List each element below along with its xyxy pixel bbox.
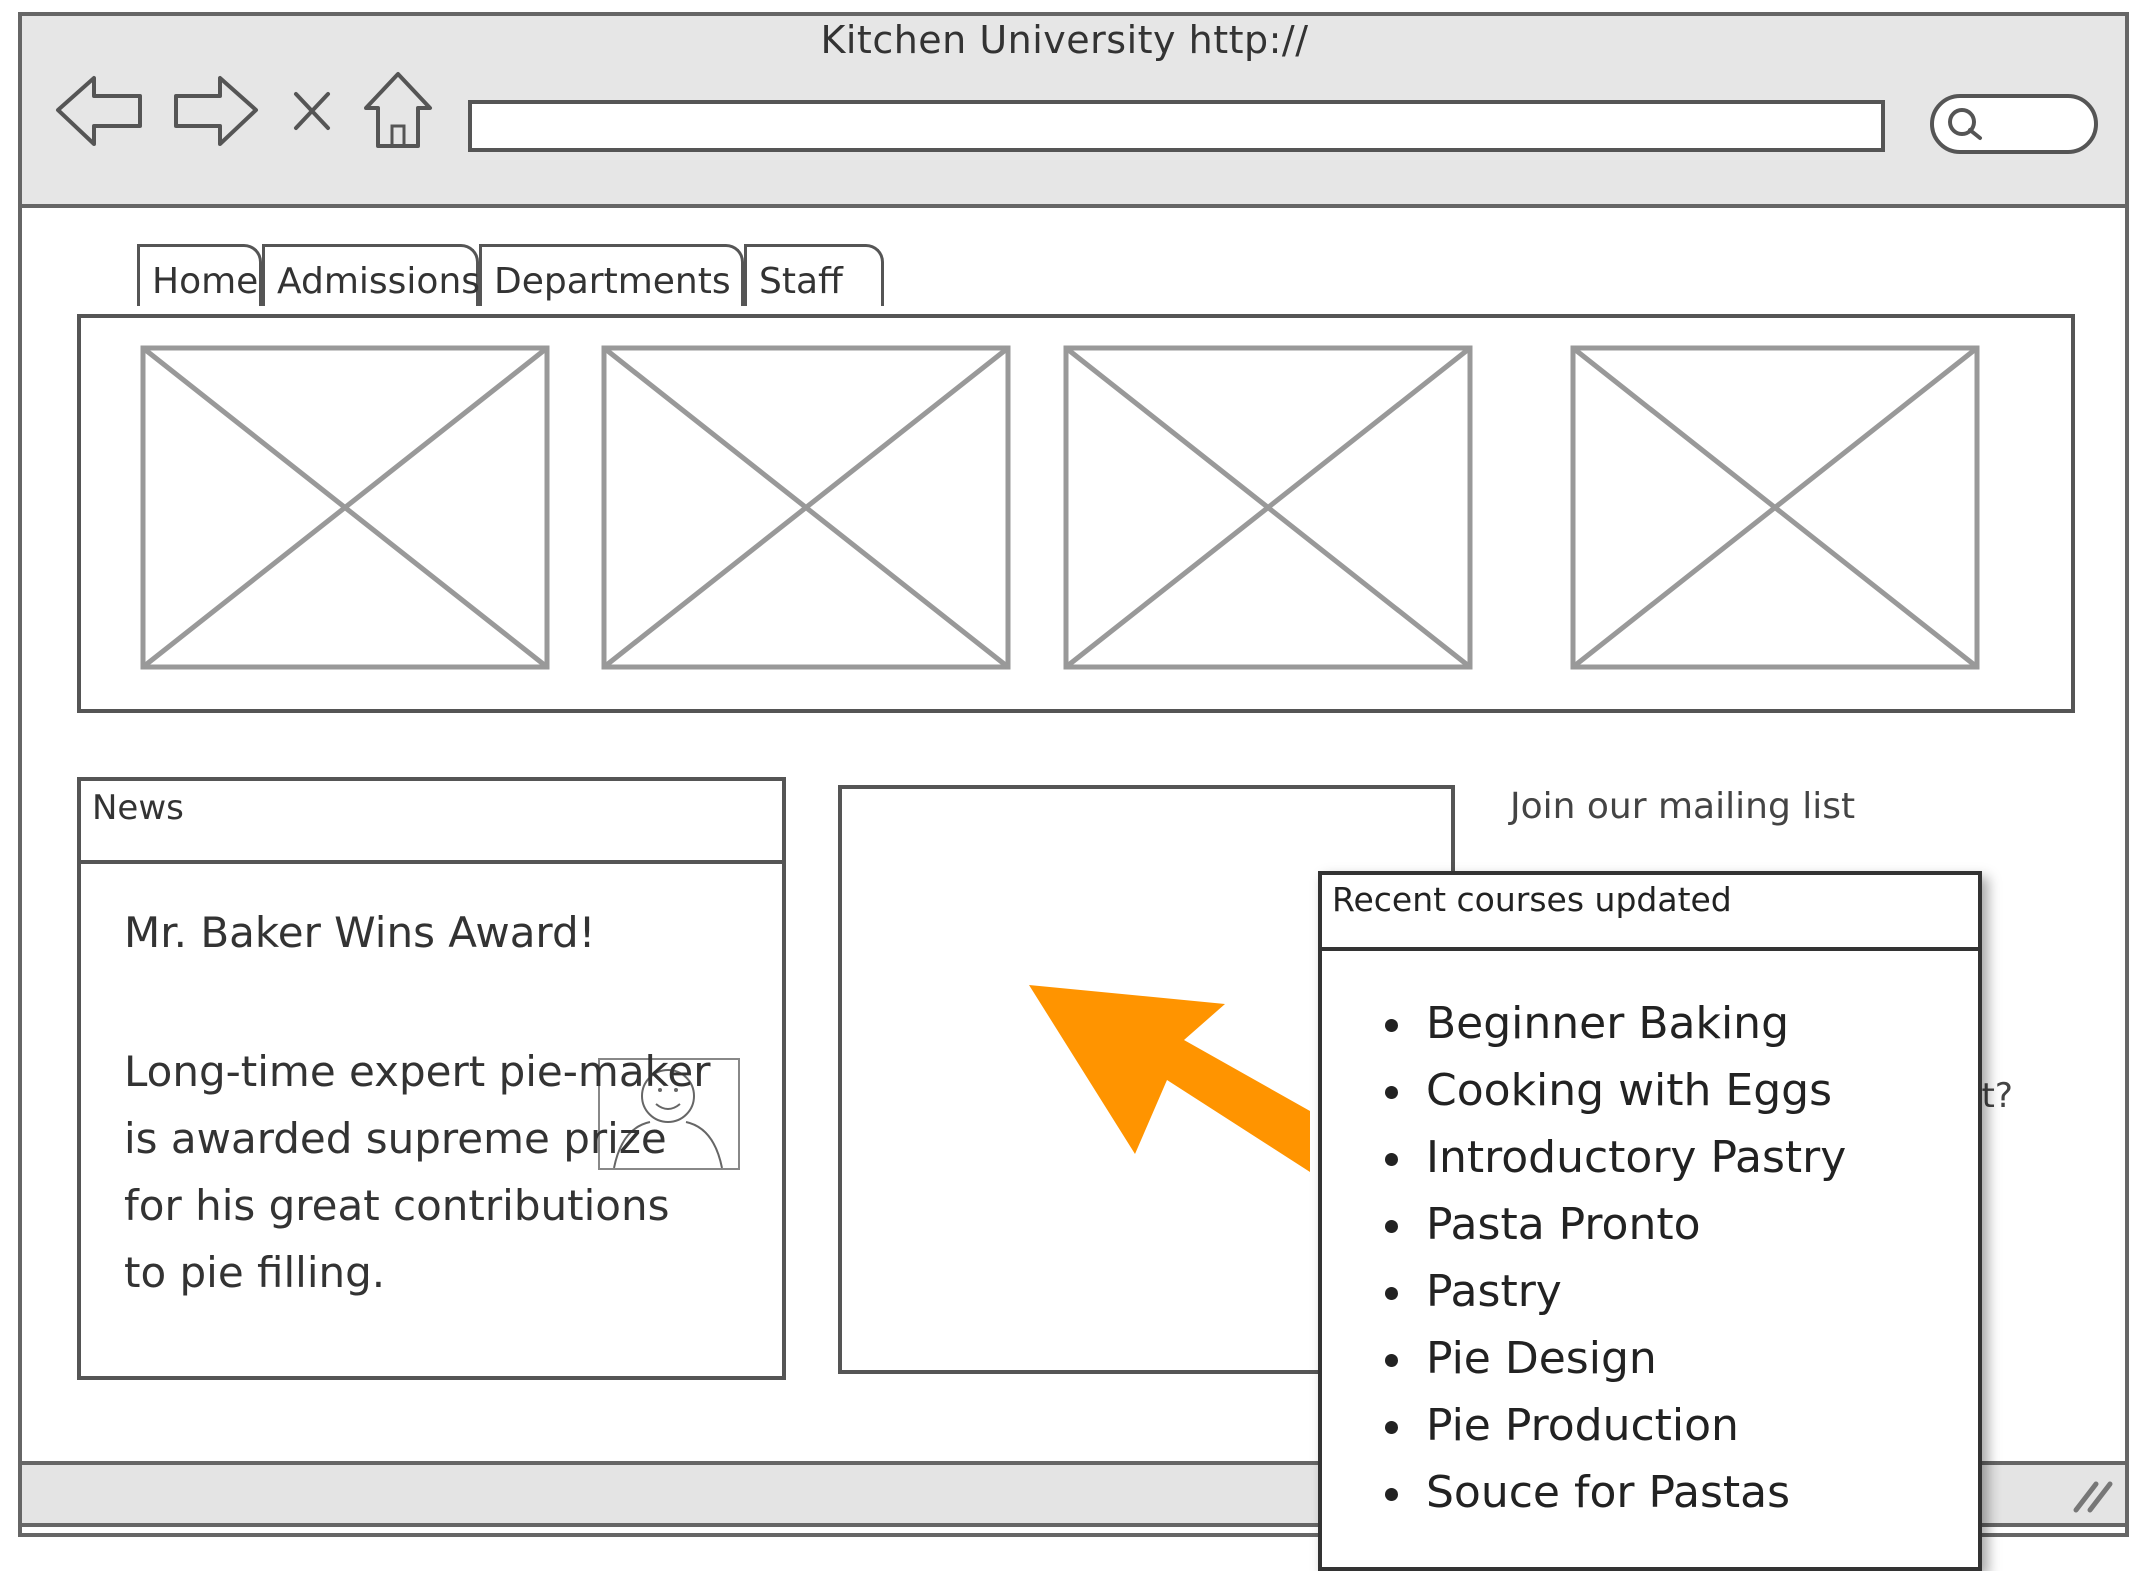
back-arrow-icon [56, 76, 142, 146]
list-item[interactable]: Pie Production [1418, 1392, 1846, 1459]
tab-admissions[interactable]: Admissions [262, 244, 480, 306]
list-item[interactable]: Introductory Pastry [1418, 1124, 1846, 1191]
forward-arrow-icon [174, 76, 258, 146]
mailing-list-link[interactable]: Join our mailing list [1510, 786, 1855, 827]
address-bar[interactable] [468, 100, 1885, 152]
news-headline[interactable]: Mr. Baker Wins Award! [124, 908, 595, 957]
search-icon [1948, 108, 1982, 140]
close-icon [294, 92, 330, 130]
news-body: Long-time expert pie-maker is awarded su… [124, 1038, 724, 1306]
stop-button[interactable] [290, 70, 334, 150]
resize-grip-icon[interactable] [2068, 1476, 2118, 1516]
list-item[interactable]: Pasta Pronto [1418, 1191, 1846, 1258]
news-body-text: Long-time expert pie-maker is awarded su… [124, 1047, 711, 1297]
image-placeholder [1570, 345, 1980, 670]
list-item[interactable]: Beginner Baking [1418, 990, 1846, 1057]
popup-title: Recent courses updated [1332, 880, 1732, 919]
home-button[interactable] [358, 70, 438, 150]
list-item[interactable]: Pie Design [1418, 1325, 1846, 1392]
tab-home[interactable]: Home [137, 244, 262, 306]
course-list: Beginner Baking Cooking with Eggs Introd… [1366, 990, 1846, 1526]
news-header: News [92, 788, 184, 828]
callout-arrow-icon [1029, 985, 1310, 1172]
search-field[interactable] [1930, 94, 2098, 154]
list-item[interactable]: Cooking with Eggs [1418, 1057, 1846, 1124]
list-item[interactable]: Souce for Pastas [1418, 1459, 1846, 1526]
home-icon [364, 72, 432, 148]
forward-button[interactable] [170, 70, 262, 150]
tab-staff[interactable]: Staff [744, 244, 884, 306]
image-placeholder [601, 345, 1011, 670]
list-item[interactable]: Pastry [1418, 1258, 1846, 1325]
window-title: Kitchen University http:// [820, 18, 1309, 62]
image-placeholder [1063, 345, 1473, 670]
back-button[interactable] [52, 70, 148, 150]
tab-departments[interactable]: Departments [479, 244, 744, 306]
image-placeholder [140, 345, 550, 670]
